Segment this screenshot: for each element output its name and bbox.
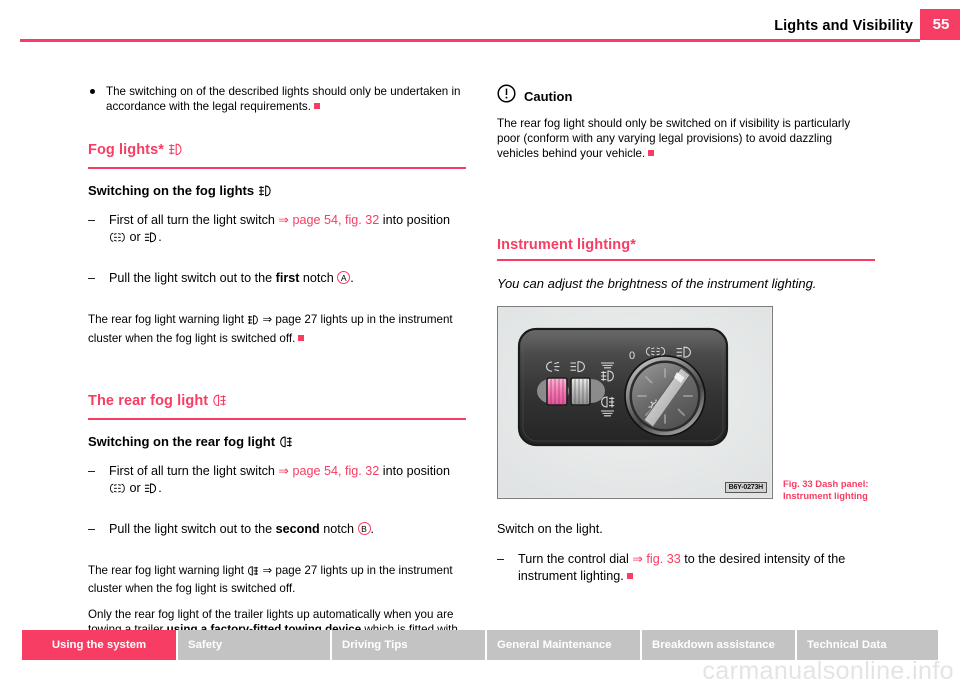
end-marker-icon (626, 572, 633, 579)
headlights-icon (144, 482, 158, 500)
rear-fog-note-xref[interactable]: ⇒ page 27 (262, 564, 317, 577)
left-column: The switching on of the described lights… (88, 84, 466, 664)
rear-fog-light-icon (279, 435, 293, 452)
callout-a: A (337, 271, 351, 285)
fog-light-icon (168, 142, 183, 161)
fog-step-1-suffix: into position (382, 213, 450, 228)
fog-step-1-prefix: First of all turn the light switch (109, 213, 275, 228)
caution-header: Caution (497, 84, 875, 108)
dash-marker: – (497, 551, 505, 566)
bullet-dot-icon (90, 89, 95, 94)
fog-step-1-xref[interactable]: ⇒ page 54, fig. 32 (278, 213, 379, 227)
sidelights-icon (109, 482, 126, 500)
footer-tab-driving-tips[interactable]: Driving Tips (332, 630, 487, 660)
instrument-lighting-body: Switch on the light. (497, 521, 603, 536)
instrument-lighting-step: – Turn the control dial ⇒ fig. 33 to the… (497, 551, 875, 585)
rear-fog-step-1-prefix: First of all turn the light switch (109, 463, 275, 478)
rear-fog-note-paragraph: The rear fog light warning light ⇒ page … (88, 563, 466, 596)
figure-dash-panel: 0 B6Y-0273H Fig. 33 Dash panel: Instrume… (497, 305, 868, 501)
page-title: Lights and Visibility (774, 18, 913, 34)
fog-note-xref[interactable]: ⇒ page 27 (262, 313, 317, 326)
sidelights-icon (109, 231, 126, 249)
intro-bullet-text: The switching on of the described lights… (106, 85, 461, 114)
sub-heading-switching-fog-lights-label: Switching on the fog lights (88, 183, 255, 199)
section-heading-instrument-lighting: Instrument lighting* (497, 237, 875, 261)
intro-bullet-item: The switching on of the described lights… (88, 84, 466, 114)
footer-tab-using-the-system[interactable]: Using the system (22, 630, 178, 660)
fog-note-part1: The rear fog light warning light (88, 313, 244, 327)
dash-marker: – (88, 463, 96, 478)
section-heading-fog-lights: Fog lights* (88, 142, 466, 170)
caution-text: The rear fog light should only be switch… (497, 116, 875, 162)
footer-tab-breakdown-assistance[interactable]: Breakdown assistance (642, 630, 797, 660)
caution-text-body: The rear fog light should only be switch… (497, 117, 851, 161)
dash-marker: – (88, 213, 96, 228)
section-heading-fog-lights-label: Fog lights* (88, 142, 165, 159)
fog-step-2: – Pull the light switch out to the first… (88, 271, 354, 286)
headlights-icon (144, 231, 158, 249)
rear-fog-step-2-prefix: Pull the light switch out to the (109, 521, 273, 536)
image-id-label: B6Y-0273H (724, 481, 767, 493)
instrument-step-prefix: Turn the control dial (518, 551, 629, 566)
svg-text:0: 0 (629, 350, 635, 362)
fog-step-1-or: or (129, 230, 141, 245)
figure-image-frame: 0 B6Y-0273H (497, 305, 773, 499)
callout-b: B (357, 521, 371, 535)
dash-panel-illustration: 0 (498, 306, 771, 497)
section-heading-rear-fog-light: The rear fog light (88, 393, 466, 420)
footer-tab-safety[interactable]: Safety (178, 630, 332, 660)
rear-fog-light-icon (212, 393, 227, 412)
rear-fog-step-2: – Pull the light switch out to the secon… (88, 521, 375, 536)
sub-heading-switching-rear-fog-light-label: Switching on the rear fog light (88, 433, 276, 449)
fog-light-icon (247, 314, 259, 330)
end-marker-icon (313, 103, 320, 110)
fog-step-2-mid: notch (302, 271, 334, 286)
figure-caption: Fig. 33 Dash panel: Instrument lighting (783, 478, 893, 502)
section-heading-rear-fog-light-label: The rear fog light (88, 392, 209, 409)
end-marker-icon (648, 150, 655, 157)
dash-marker: – (88, 271, 96, 286)
page-number-badge: 55 (920, 9, 960, 40)
rear-fog-note-part1: The rear fog light warning light (88, 563, 244, 577)
end-marker-icon (298, 334, 305, 341)
right-column: Caution The rear fog light should only b… (497, 84, 875, 598)
sub-heading-switching-fog-lights: Switching on the fog lights (88, 183, 466, 201)
section-heading-instrument-lighting-label: Instrument lighting* (497, 236, 636, 253)
exclamation-circle-icon (497, 84, 516, 108)
rear-fog-step-2-bold: second (275, 521, 320, 536)
fog-note-paragraph: The rear fog light warning light ⇒ page … (88, 312, 466, 345)
page-header: Lights and Visibility 55 (0, 0, 960, 46)
figure-caption-line1: Fig. 33 Dash panel: (783, 477, 869, 489)
fog-step-1: – First of all turn the light switch ⇒ p… (88, 212, 466, 249)
footer-tab-general-maintenance[interactable]: General Maintenance (487, 630, 642, 660)
rear-fog-step-1-or: or (129, 480, 141, 495)
footer-tab-technical-data[interactable]: Technical Data (797, 630, 938, 660)
footer-nav: Using the system Safety Driving Tips Gen… (22, 630, 938, 660)
fog-step-2-prefix: Pull the light switch out to the (109, 271, 273, 286)
caution-label: Caution (524, 88, 573, 104)
rear-fog-step-1: – First of all turn the light switch ⇒ p… (88, 463, 466, 500)
sub-heading-switching-rear-fog-light: Switching on the rear fog light (88, 434, 466, 452)
rear-fog-light-icon (247, 565, 259, 581)
fog-step-2-bold: first (275, 271, 300, 286)
rear-fog-step-1-suffix: into position (382, 463, 450, 478)
rear-fog-step-2-mid: notch (323, 521, 355, 536)
fog-light-icon (258, 184, 272, 201)
figure-caption-line2: Instrument lighting (783, 489, 868, 501)
instrument-lighting-intro: You can adjust the brightness of the ins… (497, 275, 817, 291)
header-divider (20, 39, 920, 42)
instrument-step-xref[interactable]: ⇒ fig. 33 (632, 552, 680, 566)
dash-marker: – (88, 521, 96, 536)
rear-fog-step-1-xref[interactable]: ⇒ page 54, fig. 32 (278, 464, 379, 478)
